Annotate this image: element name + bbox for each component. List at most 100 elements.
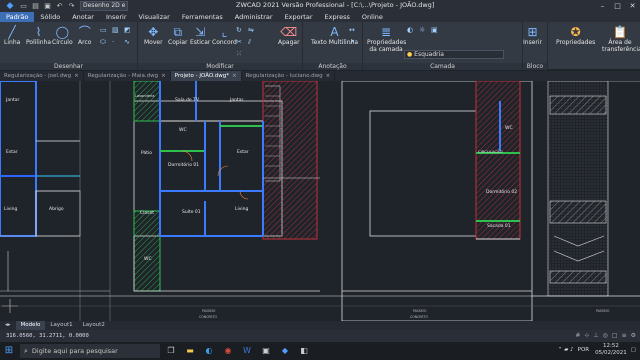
- close-tab-icon[interactable]: ×: [161, 71, 166, 81]
- settings-icon[interactable]: ⚙: [631, 332, 636, 339]
- trim-icon[interactable]: ✂: [236, 38, 242, 46]
- ellipse-icon[interactable]: ⬭: [100, 38, 106, 47]
- room-label: Pátio: [141, 151, 153, 156]
- photos-icon[interactable]: ▣: [258, 344, 274, 358]
- redo-icon[interactable]: ↷: [67, 2, 76, 11]
- hatch-icon[interactable]: ▨: [112, 26, 119, 34]
- grid-icon[interactable]: #: [575, 332, 580, 339]
- erase-tool[interactable]: ⌫ Apagar: [278, 25, 300, 46]
- leader-icon[interactable]: ↗: [349, 38, 355, 46]
- arc-tool[interactable]: ⌒ Arco: [78, 25, 91, 46]
- tab-ferramentas[interactable]: Ferramentas: [176, 12, 229, 22]
- word-icon[interactable]: W: [239, 344, 255, 358]
- dimension-icon[interactable]: ↔: [349, 26, 355, 34]
- tab-modelo[interactable]: Modelo: [15, 321, 46, 330]
- close-icon[interactable]: ✕: [625, 0, 640, 12]
- layer-lock-icon[interactable]: ▣: [431, 26, 438, 34]
- zwcad-logo-icon[interactable]: ◆: [4, 0, 16, 12]
- circle-icon: ◯: [55, 25, 70, 39]
- tab-nav-prev-icon[interactable]: ◂▸: [0, 321, 16, 330]
- rectangle-icon[interactable]: ▭: [100, 26, 107, 34]
- tab-exportar[interactable]: Exportar: [279, 12, 319, 22]
- tab-administrar[interactable]: Administrar: [229, 12, 279, 22]
- taskbar-search[interactable]: ⌕ Digite aqui para pesquisar: [20, 344, 160, 358]
- close-tab-icon[interactable]: ×: [326, 71, 331, 81]
- status-bar: 316.0560, 31.2711, 0.0000 # ⊹ ⊥ ◎ □ ≡ ⚙: [0, 330, 640, 342]
- clipboard-tool[interactable]: 📋 Área de transferência: [602, 25, 640, 53]
- tab-solido[interactable]: Sólido: [34, 12, 66, 22]
- layer-dropdown[interactable]: ● Esquadria: [404, 50, 504, 59]
- tab-inserir[interactable]: Inserir: [100, 12, 133, 22]
- line-tool[interactable]: ╱ Linha: [4, 25, 20, 46]
- array-icon[interactable]: ⁙: [236, 50, 242, 58]
- doc-tab-maia[interactable]: Regularização - Maia.dwg ×: [84, 71, 171, 81]
- room-label: Sala de TV: [175, 98, 199, 103]
- move-tool[interactable]: ✥ Mover: [144, 25, 163, 46]
- fillet-tool[interactable]: ⌞ Concord: [212, 25, 237, 46]
- workspace-select[interactable]: Desenho 2D e Anotaç: [80, 1, 128, 11]
- maximize-icon[interactable]: □: [610, 0, 625, 12]
- save-icon[interactable]: ▣: [43, 2, 52, 11]
- windows-start-icon[interactable]: ⊞: [0, 342, 18, 360]
- insert-block-tool[interactable]: ⊞ Inserir: [523, 25, 542, 46]
- tab-visualizar[interactable]: Visualizar: [133, 12, 176, 22]
- gradient-icon[interactable]: ◩: [124, 26, 131, 34]
- open-folder-icon[interactable]: ▤: [31, 2, 40, 11]
- properties-tool[interactable]: ✪ Propriedades: [556, 25, 595, 46]
- room-label: Dormitório 01: [168, 163, 200, 168]
- text-icon: A: [330, 25, 339, 39]
- osnap-icon[interactable]: □: [612, 332, 618, 339]
- app-icon[interactable]: ◧: [296, 344, 312, 358]
- copy-tool[interactable]: ⧉ Copiar: [168, 25, 187, 46]
- cad-drawing: [0, 81, 640, 321]
- task-view-icon[interactable]: ❐: [163, 344, 179, 358]
- eraser-icon: ⌫: [280, 25, 298, 39]
- notifications-icon[interactable]: ▢: [631, 347, 636, 353]
- layer-freeze-icon[interactable]: ☼: [419, 26, 425, 34]
- offset-icon[interactable]: ⫽: [248, 38, 251, 47]
- layer-properties-tool[interactable]: ≣ Propriedades da camada: [367, 25, 406, 53]
- doc-tab-joao[interactable]: Projeto - JOÃO.dwg* ×: [170, 71, 242, 81]
- tab-online[interactable]: Online: [356, 12, 389, 22]
- undo-icon[interactable]: ↶: [55, 2, 64, 11]
- layer-on-icon[interactable]: ◐: [407, 26, 413, 34]
- tab-layout2[interactable]: Layout2: [78, 321, 110, 330]
- search-icon: ⌕: [24, 346, 28, 355]
- polar-icon[interactable]: ◎: [603, 332, 608, 339]
- street-label: PASSEIO: [202, 309, 216, 313]
- tab-padrao[interactable]: Padrão: [0, 12, 35, 22]
- minimize-icon[interactable]: –: [595, 0, 610, 12]
- lineweight-icon[interactable]: ≡: [622, 332, 627, 339]
- rotate-icon[interactable]: ↻: [236, 26, 242, 34]
- tab-anotar[interactable]: Anotar: [66, 12, 100, 22]
- main-plan: [133, 81, 320, 292]
- close-tab-icon[interactable]: ×: [232, 71, 237, 81]
- doc-tab-joel[interactable]: Regularização - joel.dwg ×: [0, 71, 84, 81]
- circle-tool[interactable]: ◯ Círculo: [52, 25, 73, 46]
- line-icon: ╱: [8, 25, 16, 39]
- snap-icon[interactable]: ⊹: [584, 332, 589, 339]
- edge-icon[interactable]: ◐: [201, 344, 217, 358]
- clock[interactable]: 12:52 05/02/2021: [595, 343, 627, 357]
- group-label-modificar: Modificar: [138, 63, 302, 70]
- point-icon[interactable]: ·: [112, 38, 114, 46]
- drawing-canvas[interactable]: Jantar Estar Living Abrigo Lavanderia Sa…: [0, 81, 640, 321]
- facade: [532, 81, 640, 297]
- close-tab-icon[interactable]: ×: [74, 71, 79, 81]
- file-explorer-icon[interactable]: ▬: [182, 344, 198, 358]
- mirror-icon[interactable]: ⇋: [248, 26, 254, 34]
- tab-layout1[interactable]: Layout1: [45, 321, 77, 330]
- tab-express[interactable]: Express: [319, 12, 356, 22]
- new-file-icon[interactable]: ▭: [19, 2, 28, 11]
- layout-tabs: ◂▸ Modelo Layout1 Layout2: [0, 321, 640, 330]
- group-desenhar: ╱ Linha ⌇ Polilinha ◯ Círculo ⌒ Arco ▭ ▨ ◩ ⬭…: [0, 22, 138, 70]
- language-indicator[interactable]: POR: [578, 347, 589, 353]
- spline-icon[interactable]: ∿: [124, 38, 130, 46]
- doc-tab-luciano[interactable]: Regularização - luciano.dwg ×: [242, 71, 336, 81]
- stretch-tool[interactable]: ⇲ Esticar: [190, 25, 210, 46]
- ortho-icon[interactable]: ⊥: [593, 332, 598, 339]
- tray-icons[interactable]: ⌃ ▰ ♪: [558, 347, 574, 353]
- zwcad-taskbar-icon[interactable]: ◆: [277, 344, 293, 358]
- polyline-tool[interactable]: ⌇ Polilinha: [26, 25, 51, 46]
- chrome-icon[interactable]: ◉: [220, 344, 236, 358]
